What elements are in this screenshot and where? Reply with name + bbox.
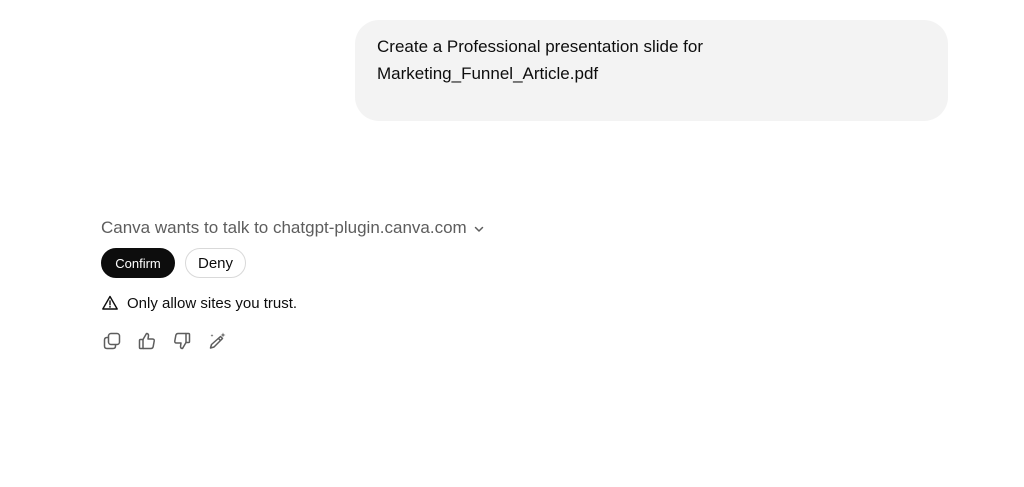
message-actions bbox=[101, 330, 801, 351]
plugin-request-toggle[interactable]: Canva wants to talk to chatgpt-plugin.ca… bbox=[101, 215, 801, 241]
user-message-bubble: Create a Professional presentation slide… bbox=[355, 20, 948, 121]
trust-warning: Only allow sites you trust. bbox=[101, 292, 801, 314]
chevron-down-icon bbox=[473, 223, 485, 235]
thumbs-down-icon[interactable] bbox=[171, 330, 192, 351]
assistant-message: Canva wants to talk to chatgpt-plugin.ca… bbox=[101, 215, 801, 351]
confirm-button[interactable]: Confirm bbox=[101, 248, 175, 278]
plugin-permission-buttons: Confirm Deny bbox=[101, 248, 801, 278]
warning-triangle-icon bbox=[101, 294, 119, 312]
deny-button[interactable]: Deny bbox=[185, 248, 246, 278]
thumbs-up-icon[interactable] bbox=[136, 330, 157, 351]
warning-text: Only allow sites you trust. bbox=[127, 294, 298, 312]
plugin-request-text: Canva wants to talk to chatgpt-plugin.ca… bbox=[101, 218, 467, 237]
edit-sparkle-icon[interactable] bbox=[206, 330, 227, 351]
chat-page: Create a Professional presentation slide… bbox=[0, 0, 1024, 487]
copy-icon[interactable] bbox=[101, 330, 122, 351]
